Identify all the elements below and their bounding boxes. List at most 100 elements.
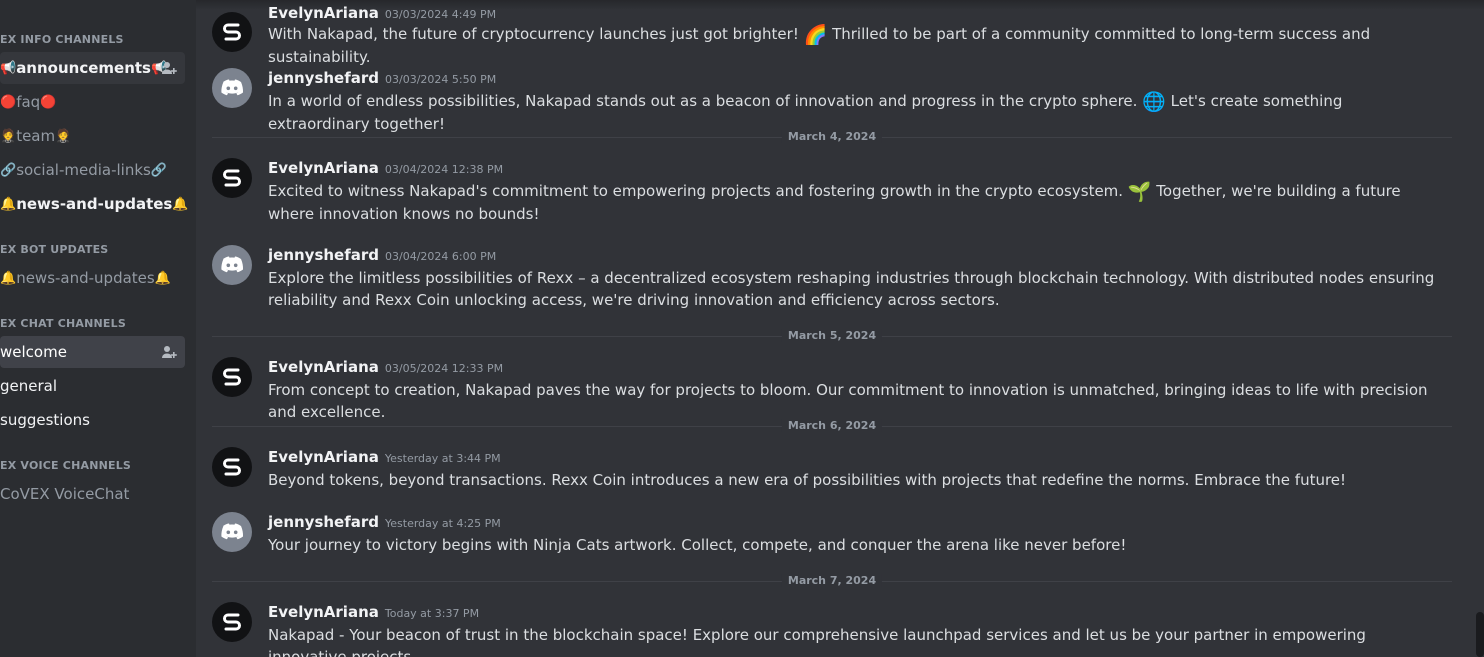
seedling-emoji: 🌱: [1127, 181, 1152, 203]
avatar[interactable]: [212, 68, 252, 108]
scrollbar-thumb[interactable]: [1476, 612, 1484, 657]
category-voice-channels[interactable]: EX VOICE CHANNELS: [0, 459, 131, 472]
channel-faq[interactable]: 🔴 faq 🔴: [0, 86, 185, 118]
voice-channel-covex[interactable]: CoVEX VoiceChat: [0, 478, 185, 510]
swirl-logo-icon: [223, 613, 241, 631]
message-content: Your journey to victory begins with Ninj…: [268, 534, 1438, 556]
channel-bot-news-and-updates[interactable]: 🔔 news-and-updates 🔔: [0, 262, 185, 294]
username[interactable]: EvelynAriana: [268, 358, 379, 376]
username[interactable]: EvelynAriana: [268, 159, 379, 177]
avatar[interactable]: [212, 357, 252, 397]
message-content: Explore the limitless possibilities of R…: [268, 267, 1438, 311]
channel-label: news-and-updates: [16, 195, 173, 213]
timestamp: 03/03/2024 4:49 PM: [384, 8, 497, 21]
megaphone-icon: 📢: [0, 60, 17, 76]
username[interactable]: EvelynAriana: [268, 4, 379, 22]
message-text: Nakapad - Your beacon of trust in the bl…: [268, 626, 1366, 657]
message-text: Excited to witness Nakapad's commitment …: [268, 182, 1124, 200]
message-header: EvelynAriana 03/03/2024 4:49 PM: [268, 3, 496, 22]
message-text: Explore the limitless possibilities of R…: [268, 269, 1435, 309]
globe-emoji: 🌐: [1142, 91, 1166, 113]
avatar[interactable]: [212, 245, 252, 285]
username[interactable]: EvelynAriana: [268, 603, 379, 621]
avatar[interactable]: [212, 602, 252, 642]
message-content: In a world of endless possibilities, Nak…: [268, 90, 1438, 135]
timestamp: Today at 3:37 PM: [384, 607, 480, 620]
channel-label: general: [0, 377, 58, 395]
rainbow-emoji: 🌈: [803, 24, 828, 46]
swirl-logo-icon: [223, 23, 241, 41]
channel-welcome[interactable]: welcome: [0, 336, 185, 368]
discord-default-avatar-icon: [221, 523, 244, 540]
date-divider-label: March 6, 2024: [781, 419, 883, 432]
message-list: EvelynAriana 03/03/2024 4:49 PM With Naka…: [196, 0, 1484, 657]
message-content: Nakapad - Your beacon of trust in the bl…: [268, 624, 1438, 657]
link-icon: 🔗: [0, 162, 17, 178]
category-info-channels[interactable]: EX INFO CHANNELS: [0, 33, 124, 46]
add-member-icon[interactable]: [161, 60, 177, 76]
avatar[interactable]: [212, 512, 252, 552]
swirl-logo-icon: [223, 169, 241, 187]
username[interactable]: EvelynAriana: [268, 448, 379, 466]
channel-announcements[interactable]: 📢 announcements 📢: [0, 52, 185, 84]
channel-label: team: [16, 127, 56, 145]
avatar[interactable]: [212, 12, 252, 52]
timestamp: Yesterday at 3:44 PM: [384, 452, 501, 465]
avatar[interactable]: [212, 158, 252, 198]
timestamp: 03/04/2024 6:00 PM: [385, 250, 497, 263]
channel-team[interactable]: 🤵 team 🤵: [0, 120, 185, 152]
message-header: EvelynAriana 03/04/2024 12:38 PM: [268, 158, 503, 177]
person-icon: 🤵: [0, 128, 17, 144]
message-header: jennyshefard 03/03/2024 5:50 PM: [268, 68, 496, 87]
bell-icon: 🔔: [0, 270, 17, 286]
timestamp: Yesterday at 4:25 PM: [385, 517, 501, 530]
channel-suggestions[interactable]: suggestions: [0, 404, 185, 436]
person-icon: 🤵: [55, 128, 72, 144]
swirl-logo-icon: [223, 368, 241, 386]
message-content: With Nakapad, the future of cryptocurren…: [268, 23, 1438, 68]
username[interactable]: jennyshefard: [268, 246, 379, 264]
channel-label: social-media-links: [16, 161, 151, 179]
date-divider-label: March 4, 2024: [781, 130, 883, 143]
channel-label: suggestions: [0, 411, 90, 429]
message-text: From concept to creation, Nakapad paves …: [268, 381, 1428, 421]
category-chat-channels[interactable]: EX CHAT CHANNELS: [0, 317, 126, 330]
date-divider: March 6, 2024: [212, 419, 1452, 433]
message-content: Beyond tokens, beyond transactions. Rexx…: [268, 469, 1438, 491]
channel-label: announcements: [16, 59, 151, 77]
date-divider-label: March 5, 2024: [781, 329, 883, 342]
message-text: Beyond tokens, beyond transactions. Rexx…: [268, 471, 1347, 489]
channel-social-media-links[interactable]: 🔗 social-media-links 🔗: [0, 154, 185, 186]
channel-label: faq: [16, 93, 41, 111]
message-content: Excited to witness Nakapad's commitment …: [268, 180, 1438, 225]
channel-label: news-and-updates: [16, 269, 155, 287]
red-circle-icon: 🔴: [40, 94, 57, 110]
category-bot-updates[interactable]: EX BOT UPDATES: [0, 243, 108, 256]
username[interactable]: jennyshefard: [268, 513, 379, 531]
red-circle-icon: 🔴: [0, 94, 17, 110]
channel-label: welcome: [0, 343, 67, 361]
channel-news-and-updates[interactable]: 🔔 news-and-updates 🔔: [0, 188, 189, 220]
message-header: EvelynAriana Yesterday at 3:44 PM: [268, 447, 501, 466]
message-text: Your journey to victory begins with Ninj…: [268, 536, 1127, 554]
bell-icon: 🔔: [0, 196, 17, 212]
timestamp: 03/03/2024 5:50 PM: [385, 73, 497, 86]
message-header: jennyshefard Yesterday at 4:25 PM: [268, 512, 501, 531]
date-divider-label: March 7, 2024: [781, 574, 883, 587]
channel-general[interactable]: general: [0, 370, 185, 402]
message-header: jennyshefard 03/04/2024 6:00 PM: [268, 245, 496, 264]
add-member-icon[interactable]: [161, 344, 177, 360]
username[interactable]: jennyshefard: [268, 69, 379, 87]
discord-default-avatar-icon: [221, 79, 244, 96]
discord-default-avatar-icon: [221, 256, 244, 273]
avatar[interactable]: [212, 447, 252, 487]
timestamp: 03/05/2024 12:33 PM: [384, 362, 504, 375]
date-divider: March 5, 2024: [212, 329, 1452, 343]
bell-icon: 🔔: [154, 270, 171, 286]
message-header: EvelynAriana 03/05/2024 12:33 PM: [268, 357, 503, 376]
link-icon: 🔗: [150, 162, 168, 178]
message-header: EvelynAriana Today at 3:37 PM: [268, 602, 479, 621]
message-text: In a world of endless possibilities, Nak…: [268, 92, 1138, 110]
channel-label: CoVEX VoiceChat: [0, 485, 130, 503]
timestamp: 03/04/2024 12:38 PM: [384, 163, 504, 176]
